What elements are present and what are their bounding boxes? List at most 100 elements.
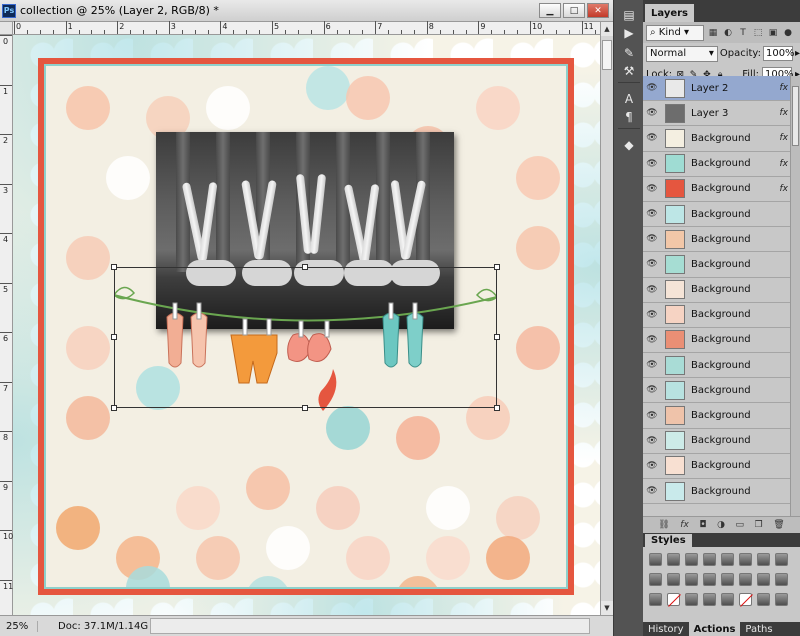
blend-mode-select[interactable]: Normal ▾ — [646, 45, 718, 62]
layer-name[interactable]: Background — [691, 360, 751, 371]
layer-row[interactable]: 👁︎ Background fx — [643, 126, 790, 152]
layer-thumbnail[interactable] — [665, 355, 685, 375]
layer-row[interactable]: 👁︎ Background fx — [643, 177, 790, 202]
transform-handle[interactable] — [494, 405, 500, 411]
style-swatch[interactable] — [703, 553, 716, 566]
layer-name[interactable]: Background — [691, 410, 751, 421]
transform-handle[interactable] — [494, 264, 500, 270]
tool-presets-icon[interactable]: ⚒ — [620, 62, 638, 80]
eye-visibility-icon[interactable]: 👁︎ — [643, 335, 661, 345]
style-swatch[interactable] — [721, 593, 734, 606]
layer-thumbnail[interactable] — [665, 330, 685, 350]
trash-icon[interactable]: 🗑︎ — [773, 520, 784, 530]
filter-pixel-icon[interactable]: ▦ — [707, 27, 719, 39]
style-swatch[interactable] — [721, 553, 734, 566]
style-swatch[interactable] — [667, 593, 680, 606]
scroll-up-icon[interactable]: ▲ — [601, 22, 613, 36]
layer-thumbnail[interactable] — [665, 128, 685, 148]
layer-name[interactable]: Background — [691, 385, 751, 396]
layer-fx-badge[interactable]: fx — [780, 159, 789, 169]
opacity-arrow-icon[interactable]: ▸ — [795, 48, 800, 59]
layers-scroll-thumb[interactable] — [792, 86, 799, 146]
style-swatch[interactable] — [703, 573, 716, 586]
layer-name[interactable]: Background — [691, 435, 751, 446]
eye-visibility-icon[interactable]: 👁︎ — [643, 133, 661, 143]
layer-name[interactable]: Background — [691, 209, 751, 220]
document-info[interactable]: Doc: 37.1M/1.14G — [58, 621, 148, 632]
transform-handle[interactable] — [302, 405, 308, 411]
layer-thumbnail[interactable] — [665, 78, 685, 98]
tab-history[interactable]: History — [643, 622, 689, 636]
eye-visibility-icon[interactable]: 👁︎ — [643, 184, 661, 194]
layer-row[interactable]: 👁︎ Background — [643, 479, 790, 505]
style-swatch[interactable] — [649, 573, 662, 586]
adjustment-icon[interactable]: ◑ — [717, 520, 725, 530]
layer-thumbnail[interactable] — [665, 179, 685, 199]
eye-visibility-icon[interactable]: 👁︎ — [643, 360, 661, 370]
layer-fx-badge[interactable]: fx — [780, 184, 789, 194]
eye-visibility-icon[interactable]: 👁︎ — [643, 310, 661, 320]
layer-name[interactable]: Background — [691, 158, 751, 169]
kind-filter-select[interactable]: ⌕ Kind ▾ — [646, 24, 704, 41]
zoom-level[interactable]: 25% — [2, 620, 38, 632]
eye-visibility-icon[interactable]: 👁︎ — [643, 209, 661, 219]
layer-thumbnail[interactable] — [665, 254, 685, 274]
minimize-button[interactable]: ▁ — [539, 3, 561, 18]
actions-icon[interactable]: ▶ — [620, 24, 638, 42]
style-swatch[interactable] — [739, 553, 752, 566]
canvas[interactable] — [13, 35, 600, 615]
transform-bounding-box[interactable] — [114, 267, 497, 408]
layer-row[interactable]: 👁︎ Background — [643, 303, 790, 328]
layer-name[interactable]: Background — [691, 309, 751, 320]
layer-thumbnail[interactable] — [665, 481, 685, 501]
transform-handle[interactable] — [302, 264, 308, 270]
layer-fx-badge[interactable]: fx — [780, 133, 789, 143]
layer-thumbnail[interactable] — [665, 280, 685, 300]
layer-thumbnail[interactable] — [665, 305, 685, 325]
eye-visibility-icon[interactable]: 👁︎ — [643, 159, 661, 169]
eye-visibility-icon[interactable]: 👁︎ — [643, 411, 661, 421]
filter-toggle-icon[interactable]: ● — [782, 27, 794, 39]
scroll-down-icon[interactable]: ▼ — [601, 601, 613, 615]
layer-name[interactable]: Background — [691, 234, 751, 245]
ruler-origin[interactable] — [0, 22, 13, 35]
layer-name[interactable]: Background — [691, 486, 751, 497]
paragraph-icon[interactable]: ¶ — [620, 108, 638, 126]
layer-thumbnail[interactable] — [665, 456, 685, 476]
layer-row[interactable]: 👁︎ Background — [643, 403, 790, 429]
eye-visibility-icon[interactable]: 👁︎ — [643, 461, 661, 471]
layer-row[interactable]: 👁︎ Background — [643, 278, 790, 303]
style-swatch[interactable] — [739, 573, 752, 586]
mask-icon[interactable]: ◘ — [699, 520, 706, 530]
style-swatch[interactable] — [667, 553, 680, 566]
transform-handle[interactable] — [111, 264, 117, 270]
eye-visibility-icon[interactable]: 👁︎ — [643, 83, 661, 93]
layer-row[interactable]: 👁︎ Background — [643, 252, 790, 278]
layer-fx-badge[interactable]: fx — [780, 83, 789, 93]
document-title-bar[interactable]: Ps collection @ 25% (Layer 2, RGB/8) * ▁… — [0, 0, 613, 22]
vertical-scrollbar[interactable]: ▲ ▼ — [600, 22, 613, 615]
layer-row[interactable]: 👁︎ Background — [643, 353, 790, 379]
style-swatch[interactable] — [757, 593, 770, 606]
style-swatch[interactable] — [649, 553, 662, 566]
tab-layers[interactable]: Layers — [645, 4, 694, 22]
fx-icon[interactable]: fx — [680, 520, 689, 530]
layer-thumbnail[interactable] — [665, 229, 685, 249]
close-button[interactable]: ✕ — [587, 3, 609, 18]
brush-icon[interactable]: ✎ — [620, 44, 638, 62]
layer-name[interactable]: Background — [691, 259, 751, 270]
opacity-field[interactable]: 100% — [762, 46, 795, 61]
style-swatch[interactable] — [757, 573, 770, 586]
tab-actions[interactable]: Actions — [688, 622, 741, 636]
layer-thumbnail[interactable] — [665, 431, 685, 451]
style-swatch[interactable] — [685, 553, 698, 566]
style-swatch[interactable] — [721, 573, 734, 586]
layer-thumbnail[interactable] — [665, 103, 685, 123]
history-icon[interactable]: ▤ — [620, 6, 638, 24]
layer-row[interactable]: 👁︎ Background — [643, 202, 790, 228]
layer-row[interactable]: 👁︎ Background — [643, 429, 790, 454]
filter-type-icon[interactable]: T — [737, 27, 749, 39]
layer-row[interactable]: 👁︎ Background fx — [643, 152, 790, 177]
filter-smartobject-icon[interactable]: ▣ — [767, 27, 779, 39]
layer-row[interactable]: 👁︎ Background — [643, 227, 790, 253]
